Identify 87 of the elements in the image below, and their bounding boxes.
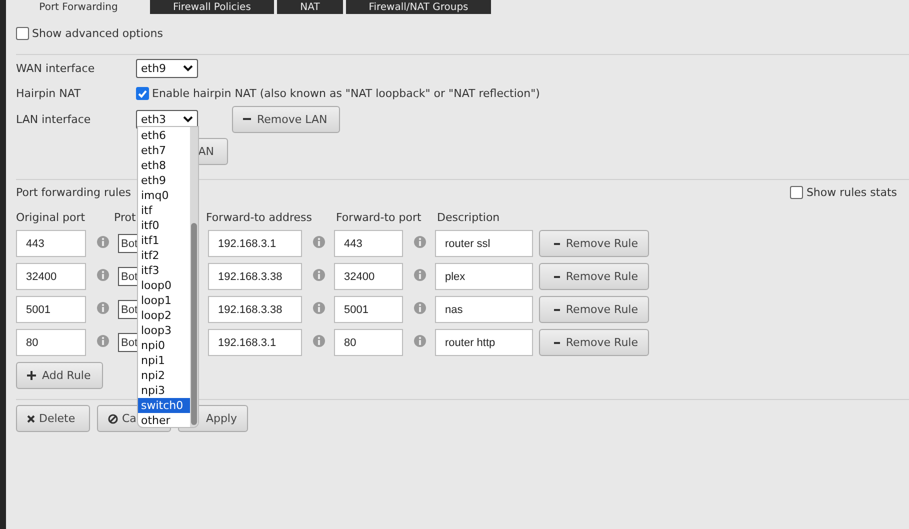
lan-interface-select[interactable]: eth3 (136, 110, 198, 128)
dropdown-option[interactable]: eth6 (138, 128, 190, 143)
info-icon[interactable] (97, 268, 109, 280)
tab[interactable]: Firewall Policies (150, 0, 274, 14)
original-port-field[interactable]: 80 (16, 329, 86, 356)
dropdown-option[interactable]: itf (138, 203, 190, 218)
info-icon[interactable] (313, 334, 325, 346)
info-icon[interactable] (313, 236, 325, 248)
chevron-icon (183, 65, 193, 72)
info-icon[interactable] (313, 302, 325, 314)
address-field[interactable]: 192.168.3.38 (208, 263, 302, 290)
protocol-select[interactable]: Bot (118, 234, 137, 253)
tab[interactable]: NAT (277, 0, 343, 14)
info-icon[interactable] (97, 302, 109, 314)
dropdown-option[interactable]: npi2 (138, 368, 190, 383)
delete-button[interactable]: Delete (16, 405, 90, 432)
dropdown-option[interactable]: itf3 (138, 263, 190, 278)
description-field[interactable]: nas (435, 296, 533, 323)
info-icon[interactable] (414, 268, 426, 280)
field-label: LAN interface (16, 112, 92, 126)
info-icon[interactable] (414, 334, 426, 346)
address-field[interactable]: 192.168.3.1 (208, 230, 302, 257)
column-header: Description (437, 210, 501, 224)
protocol-select[interactable]: Bot (118, 267, 137, 286)
section-title: Port forwarding rules (16, 186, 132, 198)
hairpin-nat-checkbox[interactable]: Enable hairpin NAT (also known as "NAT loopback" or "NAT reflection") (136, 84, 540, 102)
minus-icon (243, 118, 251, 120)
dropdown-option[interactable]: itf2 (138, 248, 190, 263)
cancel-icon (108, 414, 118, 424)
show-rules-stats-checkbox[interactable]: Show rules stats (790, 183, 897, 201)
address-field[interactable]: 192.168.3.1 (208, 329, 302, 356)
info-icon[interactable] (414, 302, 426, 314)
address-field[interactable]: 192.168.3.38 (208, 296, 302, 323)
chevron-icon (183, 116, 193, 122)
forward-port-field[interactable]: 80 (334, 329, 403, 356)
dropdown-option[interactable]: eth8 (138, 158, 190, 173)
forward-port-field[interactable]: 5001 (334, 296, 403, 323)
field-label: WAN interface (16, 62, 96, 75)
dropdown-option[interactable]: switch0 (138, 398, 190, 413)
info-icon[interactable] (313, 268, 325, 280)
scrollbar[interactable] (190, 127, 198, 427)
remove-rule-button[interactable]: Remove Rule (539, 263, 649, 290)
dropdown-option[interactable]: npi3 (138, 383, 190, 398)
remove-rule-button[interactable]: Remove Rule (539, 296, 649, 323)
forward-port-field[interactable]: 32400 (334, 263, 403, 290)
protocol-select[interactable]: Bot (118, 333, 137, 352)
dropdown-option[interactable]: itf1 (138, 233, 190, 248)
minus-icon (554, 276, 560, 278)
dropdown-option[interactable]: loop0 (138, 278, 190, 293)
remove-rule-button[interactable]: Remove Rule (539, 230, 649, 257)
wan-interface-select[interactable]: eth9 (136, 59, 198, 78)
checkmark-icon (138, 90, 147, 98)
dropdown-option[interactable]: imq0 (138, 188, 190, 203)
close-icon (27, 414, 35, 422)
minus-icon (554, 242, 560, 244)
column-header: Forward-to port (336, 210, 422, 224)
minus-icon (554, 342, 560, 344)
dropdown-option[interactable]: npi1 (138, 353, 190, 368)
show-advanced-checkbox[interactable]: Show advanced options (16, 24, 909, 42)
description-field[interactable]: router http (435, 329, 533, 356)
plus-icon (27, 371, 36, 380)
column-header: Forward-to address (206, 210, 313, 224)
add-rule-button[interactable]: Add Rule (16, 362, 103, 389)
info-icon[interactable] (97, 236, 109, 248)
column-header: Prot (114, 210, 137, 224)
original-port-field[interactable]: 5001 (16, 296, 86, 323)
dropdown-option[interactable]: npi0 (138, 338, 190, 353)
remove-lan-button[interactable]: Remove LAN (232, 106, 340, 132)
info-icon[interactable] (414, 236, 426, 248)
dropdown-option[interactable]: eth9 (138, 173, 190, 188)
info-icon[interactable] (97, 334, 109, 346)
protocol-select[interactable]: Bot (118, 300, 137, 319)
description-field[interactable]: plex (435, 263, 533, 290)
original-port-field[interactable]: 32400 (16, 263, 86, 290)
remove-rule-button[interactable]: Remove Rule (539, 329, 649, 356)
dropdown-option[interactable]: loop1 (138, 293, 190, 308)
dropdown-option[interactable]: itf0 (138, 218, 190, 233)
column-header: Original port (16, 210, 86, 224)
dropdown-option[interactable]: eth7 (138, 143, 190, 158)
dropdown-option[interactable]: loop3 (138, 323, 190, 338)
field-label: Hairpin NAT (16, 87, 82, 100)
tab[interactable]: Firewall/NAT Groups (346, 0, 491, 14)
forward-port-field[interactable]: 443 (334, 230, 403, 257)
description-field[interactable]: router ssl (435, 230, 533, 257)
original-port-field[interactable]: 443 (16, 230, 86, 257)
dropdown-option[interactable]: loop2 (138, 308, 190, 323)
minus-icon (554, 308, 560, 310)
